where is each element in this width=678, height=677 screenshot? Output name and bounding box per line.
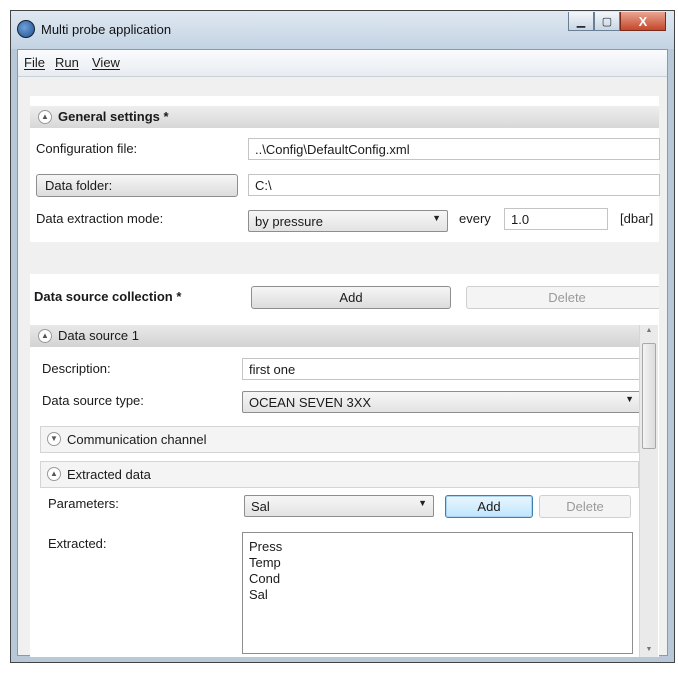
data-source-title: Data source 1 [58,328,139,343]
extracted-data-title: Extracted data [67,467,151,482]
vertical-scrollbar[interactable]: ▲ ▼ [639,325,658,657]
extraction-mode-select[interactable]: by pressure ▼ [248,210,448,232]
parameters-label: Parameters: [48,496,119,511]
title-bar[interactable]: Multi probe application ▁ ▢ X [11,11,674,49]
source-type-select[interactable]: OCEAN SEVEN 3XX ▼ [242,391,641,413]
add-parameter-button[interactable]: Add [445,495,533,518]
every-label: every [459,211,491,226]
list-item[interactable]: Cond [249,571,626,587]
app-icon [17,20,35,38]
menu-view[interactable]: View [92,55,120,70]
app-window: Multi probe application ▁ ▢ X File Run V… [10,10,675,663]
minimize-button[interactable]: ▁ [568,12,594,31]
collection-title: Data source collection * [34,289,182,304]
dropdown-arrow-icon: ▼ [418,498,427,508]
communication-channel-header[interactable]: ▼ Communication channel [40,426,639,453]
general-settings-header[interactable]: ▲ General settings * [30,106,659,128]
dropdown-arrow-icon: ▼ [432,213,441,223]
data-folder-button[interactable]: Data folder: [36,174,238,197]
data-folder-field[interactable]: C:\ [248,174,660,196]
general-settings-panel: ▲ General settings * Configuration file:… [30,96,660,242]
general-settings-title: General settings * [58,109,169,124]
data-source-header[interactable]: ▲ Data source 1 [30,325,639,347]
source-type-label: Data source type: [42,393,144,408]
unit-label: [dbar] [620,211,654,226]
chevron-up-icon[interactable]: ▲ [38,110,52,124]
client-area: File Run View ▲ General settings * Confi… [17,49,668,657]
description-field[interactable]: first one [242,358,641,380]
data-source-collection-panel: Data source collection * Add Delete ▲ Da… [30,274,659,657]
menu-bar: File Run View [18,50,667,77]
scroll-up-icon[interactable]: ▲ [640,327,658,334]
parameters-select[interactable]: Sal ▼ [244,495,434,517]
list-item[interactable]: Temp [249,555,626,571]
parameter-selected-value: Sal [251,499,270,514]
extraction-mode-value: by pressure [255,214,323,229]
scroll-down-icon[interactable]: ▼ [640,646,658,653]
window-title: Multi probe application [41,22,172,37]
add-source-button[interactable]: Add [251,286,451,309]
config-file-label: Configuration file: [36,141,138,156]
scrollbar-thumb[interactable] [642,343,656,449]
every-value-field[interactable]: 1.0 [504,208,608,230]
chevron-down-icon[interactable]: ▼ [47,432,61,446]
config-file-field[interactable]: ..\Config\DefaultConfig.xml [248,138,660,160]
list-item[interactable]: Sal [249,587,626,603]
extracted-list[interactable]: Press Temp Cond Sal [242,532,633,654]
menu-file[interactable]: File [24,55,45,70]
list-item[interactable]: Press [249,539,626,555]
extracted-label: Extracted: [48,536,107,551]
communication-channel-title: Communication channel [67,432,207,447]
close-button[interactable]: X [620,12,666,31]
chevron-up-icon[interactable]: ▲ [38,329,52,343]
dropdown-arrow-icon: ▼ [625,394,634,404]
source-type-value: OCEAN SEVEN 3XX [249,395,372,410]
menu-run[interactable]: Run [55,55,79,70]
extraction-mode-label: Data extraction mode: [36,211,164,226]
chevron-up-icon[interactable]: ▲ [47,467,61,481]
maximize-button[interactable]: ▢ [594,12,620,31]
delete-source-button[interactable]: Delete [466,286,659,309]
description-label: Description: [42,361,111,376]
delete-parameter-button[interactable]: Delete [539,495,631,518]
extracted-data-header[interactable]: ▲ Extracted data [40,461,639,488]
